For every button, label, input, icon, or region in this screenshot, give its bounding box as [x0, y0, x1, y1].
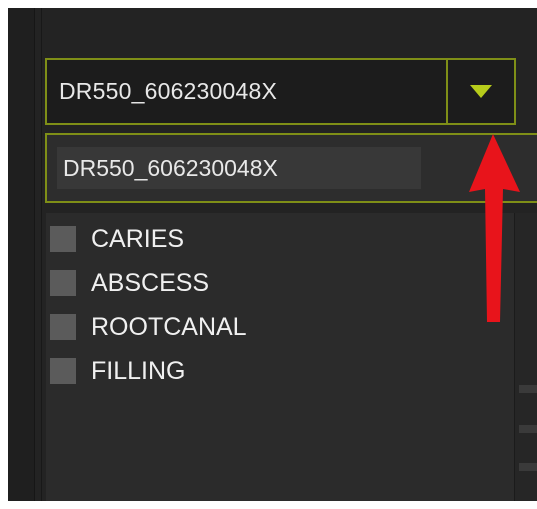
red-arrow-icon [469, 134, 520, 322]
